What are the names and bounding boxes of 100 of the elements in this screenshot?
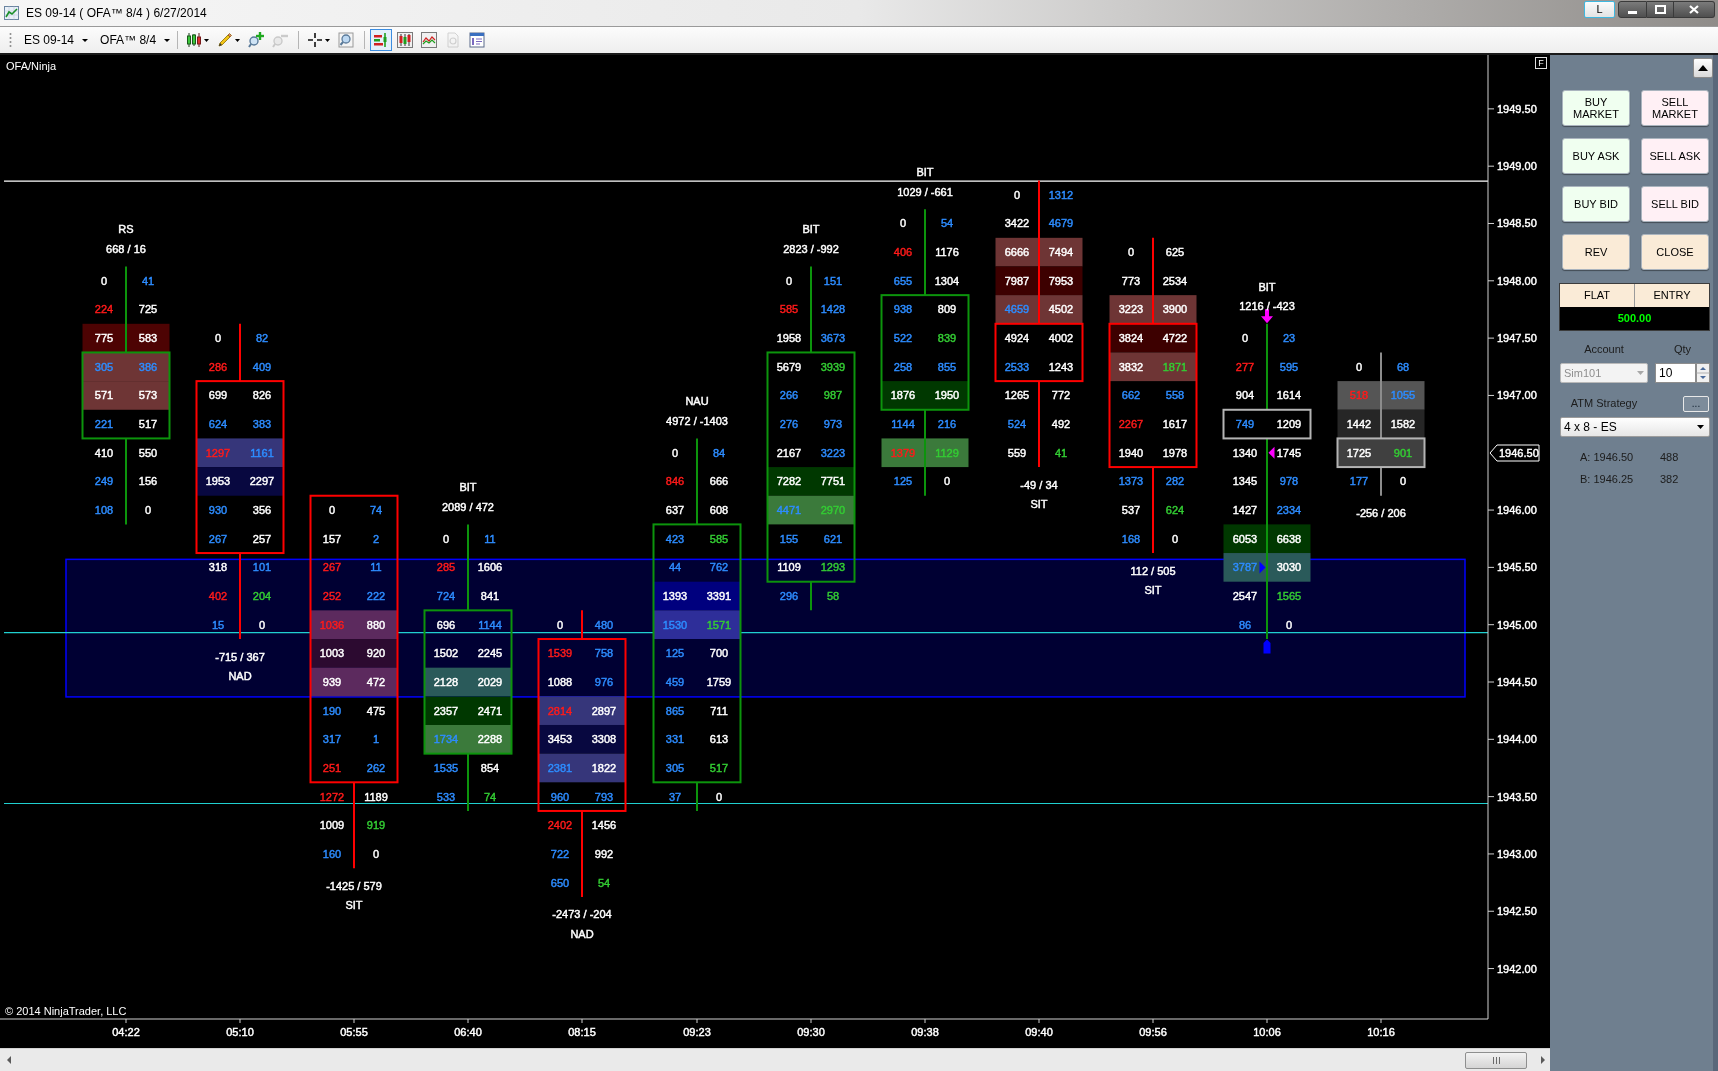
arrow-right-icon[interactable]: [1541, 1056, 1545, 1064]
volume-value: 0: [943, 475, 951, 487]
volume-value: 938: [893, 303, 913, 315]
volume-value: 522: [893, 332, 913, 344]
volume-value: 101: [252, 561, 272, 573]
volume-value: 608: [709, 504, 729, 516]
volume-value: 0: [556, 619, 564, 631]
signal-label: BIT: [916, 166, 934, 178]
volume-value: 3308: [591, 733, 617, 745]
action-button[interactable]: REV: [1562, 234, 1630, 270]
time-label: 10:16: [1367, 1026, 1395, 1038]
grip-icon: [9, 32, 12, 48]
buy-button[interactable]: BUY MARKET: [1562, 90, 1630, 126]
volume-value: 537: [1121, 504, 1141, 516]
scrollbar-thumb[interactable]: [1465, 1051, 1527, 1069]
volume-value: 724: [436, 590, 456, 602]
volume-value: 1036: [319, 619, 345, 631]
volume-value: 524: [1007, 418, 1027, 430]
volume-value: 1144: [478, 619, 502, 631]
volume-value: 1978: [1162, 447, 1188, 459]
volume-value: 1535: [433, 762, 459, 774]
spin-buttons-icon[interactable]: [1696, 363, 1710, 383]
volume-value: 11: [484, 533, 496, 545]
instrument-dropdown[interactable]: ES 09-14: [22, 30, 91, 50]
volume-value: 7751: [820, 475, 846, 487]
collapse-button[interactable]: [1693, 58, 1713, 78]
volume-value: 650: [550, 877, 570, 889]
volume-value: 846: [665, 475, 685, 487]
volume-value: 621: [823, 533, 843, 545]
volume-value: 190: [322, 705, 342, 717]
delta-summary: 668 / 16: [106, 243, 146, 255]
sell-button[interactable]: SELL BID: [1641, 186, 1709, 222]
strategy-dropdown[interactable]: 4 x 8 - ES: [1560, 417, 1710, 437]
more-button[interactable]: ...: [1683, 395, 1709, 412]
volume-value: 2533: [1004, 361, 1030, 373]
volume-value: 2897: [591, 705, 617, 717]
time-label: 05:10: [226, 1026, 254, 1038]
volume-value: 517: [709, 762, 729, 774]
buy-button[interactable]: BUY BID: [1562, 186, 1630, 222]
volume-value: 2: [372, 533, 380, 545]
time-label: 09:56: [1139, 1026, 1167, 1038]
volume-value: 1725: [1346, 447, 1372, 459]
layout-button[interactable]: L: [1584, 1, 1615, 18]
volume-value: 854: [480, 762, 500, 774]
volume-value: 1209: [1276, 418, 1302, 430]
volume-value: 258: [893, 361, 913, 373]
price-label: 1943.50: [1497, 791, 1537, 803]
action-button[interactable]: CLOSE: [1641, 234, 1709, 270]
signal-label: BIT: [1258, 281, 1276, 293]
quote-size: 382: [1660, 471, 1679, 487]
window-title: ES 09-14 ( OFA™ 8/4 ) 6/27/2014: [26, 5, 207, 22]
volume-value: 772: [1051, 389, 1071, 401]
volume-value: 0: [1285, 619, 1293, 631]
volume-value: 666: [709, 475, 729, 487]
caret-icon: [1637, 371, 1644, 375]
volume-value: 125: [893, 475, 913, 487]
delta-summary: -715 / 367: [215, 651, 265, 663]
minimize-button[interactable]: [1618, 1, 1647, 18]
volume-value: 406: [893, 246, 913, 258]
volume-value: 722: [550, 848, 570, 860]
volume-value: 1428: [820, 303, 846, 315]
volume-value: 762: [709, 561, 729, 573]
quote-label: A: 1946.50: [1580, 449, 1635, 465]
sell-button[interactable]: SELL MARKET: [1641, 90, 1709, 126]
volume-value: 2297: [249, 475, 275, 487]
volume-value: 82: [255, 332, 269, 344]
volume-value: 2547: [1232, 590, 1258, 602]
volume-value: 86: [1238, 619, 1252, 631]
volume-value: 409: [252, 361, 272, 373]
delta-summary: -256 / 206: [1356, 507, 1406, 519]
volume-value: 249: [94, 475, 114, 487]
buy-button[interactable]: BUY ASK: [1562, 138, 1630, 174]
volume-value: 585: [779, 303, 799, 315]
volume-value: 919: [366, 819, 386, 831]
volume-value: 3223: [820, 447, 846, 459]
volume-value: 54: [940, 217, 954, 229]
volume-value: 1312: [1048, 189, 1074, 201]
volume-value: 1003: [319, 647, 345, 659]
volume-value: 841: [480, 590, 500, 602]
arrow-left-icon[interactable]: [7, 1056, 11, 1064]
template-dropdown[interactable]: OFA™ 8/4: [98, 30, 173, 50]
volume-value: 2128: [433, 676, 459, 688]
volume-value: 559: [1007, 447, 1027, 459]
volume-value: 74: [369, 504, 383, 516]
maximize-button[interactable]: [1647, 1, 1674, 18]
horizontal-scrollbar[interactable]: [0, 1048, 1550, 1071]
delta-summary: 4972 / -1403: [666, 415, 728, 427]
corner-button[interactable]: F: [1535, 57, 1547, 69]
volume-value: 1950: [934, 389, 960, 401]
close-button[interactable]: [1674, 1, 1715, 18]
volume-value: 1176: [935, 246, 959, 258]
volume-value: 54: [597, 877, 611, 889]
sell-button[interactable]: SELL ASK: [1641, 138, 1709, 174]
volume-value: 5679: [776, 361, 802, 373]
volume-value: 2245: [477, 647, 503, 659]
quote-size: 488: [1660, 449, 1679, 465]
volume-value: 296: [779, 590, 799, 602]
quantity-input[interactable]: 10: [1655, 363, 1696, 383]
volume-value: 533: [436, 791, 456, 803]
volume-value: 2534: [1162, 275, 1188, 287]
